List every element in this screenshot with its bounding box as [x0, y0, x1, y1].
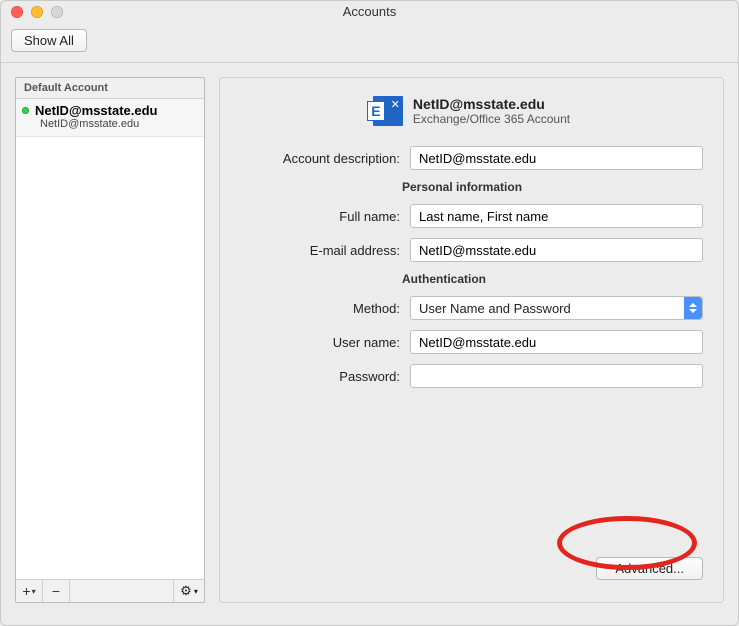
username-field[interactable] — [410, 330, 703, 354]
label-account-description: Account description: — [240, 151, 400, 166]
sidebar-account-row[interactable]: NetID@msstate.edu NetID@msstate.edu — [16, 99, 204, 137]
window-controls — [11, 6, 63, 18]
sidebar-body — [16, 137, 204, 579]
sidebar-header: Default Account — [16, 78, 204, 99]
window-title: Accounts — [343, 4, 396, 19]
sidebar-footer: +▾ − ⚙︎▾ — [16, 579, 204, 602]
advanced-button-area: Advanced... — [596, 557, 703, 580]
full-name-field[interactable] — [410, 204, 703, 228]
label-full-name: Full name: — [240, 209, 400, 224]
zoom-window-icon[interactable] — [51, 6, 63, 18]
label-password: Password: — [240, 369, 400, 384]
accounts-window: Accounts Show All Default Account NetID@… — [0, 0, 739, 626]
account-actions-button[interactable]: ⚙︎▾ — [173, 580, 204, 602]
add-account-button[interactable]: +▾ — [16, 580, 43, 602]
account-title: NetID@msstate.edu — [413, 96, 570, 112]
row-account-description: Account description: — [240, 146, 703, 170]
row-password: Password: — [240, 364, 703, 388]
sidebar-account-name: NetID@msstate.edu — [35, 103, 158, 118]
chevron-down-icon: ▾ — [194, 587, 198, 596]
account-header-text: NetID@msstate.edu Exchange/Office 365 Ac… — [413, 96, 570, 126]
close-window-icon[interactable] — [11, 6, 23, 18]
row-method: Method: User Name and Password — [240, 296, 703, 320]
label-email: E-mail address: — [240, 243, 400, 258]
account-header: NetID@msstate.edu Exchange/Office 365 Ac… — [240, 96, 703, 126]
titlebar: Accounts — [1, 1, 738, 23]
select-arrows-icon — [684, 297, 702, 319]
method-select[interactable]: User Name and Password — [410, 296, 703, 320]
section-personal-info: Personal information — [402, 180, 703, 194]
row-full-name: Full name: — [240, 204, 703, 228]
sidebar-account-sub: NetID@msstate.edu — [22, 118, 198, 130]
plus-icon: + — [22, 583, 30, 599]
toolbar: Show All — [1, 23, 738, 63]
account-description-field[interactable] — [410, 146, 703, 170]
status-dot-icon — [22, 107, 29, 114]
exchange-icon — [373, 96, 403, 126]
minimize-window-icon[interactable] — [31, 6, 43, 18]
row-username: User name: — [240, 330, 703, 354]
chevron-down-icon: ▾ — [32, 587, 36, 596]
advanced-button[interactable]: Advanced... — [596, 557, 703, 580]
remove-account-button[interactable]: − — [43, 580, 70, 602]
password-field[interactable] — [410, 364, 703, 388]
section-authentication: Authentication — [402, 272, 703, 286]
label-username: User name: — [240, 335, 400, 350]
sidebar-footer-spacer — [70, 580, 173, 602]
content-area: Default Account NetID@msstate.edu NetID@… — [1, 63, 738, 617]
row-email: E-mail address: — [240, 238, 703, 262]
gear-icon: ⚙︎ — [180, 583, 192, 599]
label-method: Method: — [240, 301, 400, 316]
account-subtitle: Exchange/Office 365 Account — [413, 112, 570, 126]
account-details-panel: NetID@msstate.edu Exchange/Office 365 Ac… — [219, 77, 724, 603]
show-all-button[interactable]: Show All — [11, 29, 87, 52]
accounts-sidebar: Default Account NetID@msstate.edu NetID@… — [15, 77, 205, 603]
method-select-value: User Name and Password — [419, 301, 571, 316]
email-field[interactable] — [410, 238, 703, 262]
